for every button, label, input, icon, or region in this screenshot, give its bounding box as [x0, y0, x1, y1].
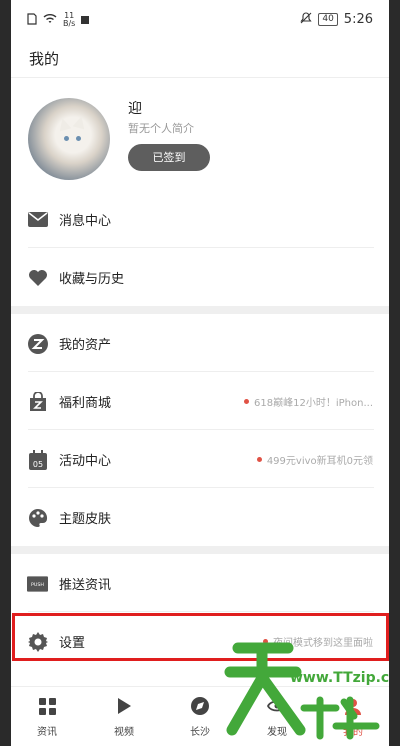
battery-indicator: 40 [318, 13, 338, 26]
section-separator [11, 306, 389, 314]
shopping-bag-icon [27, 391, 48, 412]
watermark-url: www.TTzip.com [290, 670, 389, 686]
menu-item-assets[interactable]: 我的资产 [11, 314, 389, 372]
grid-icon [22, 697, 72, 715]
avatar[interactable] [28, 98, 110, 180]
promo-tip: 618巅峰12小时！iPhon... [244, 394, 373, 409]
profile-card[interactable]: 迎 暂无个人简介 已签到 [11, 88, 389, 190]
phone-screen: 11 B/s 40 5:26 我的 迎 暂无个人简介 已签到 消息中心 收藏与历… [11, 0, 389, 746]
palette-icon [27, 507, 48, 528]
mail-icon [27, 209, 48, 230]
calendar-icon: 05 [27, 449, 48, 470]
menu-label: 设置 [59, 636, 86, 651]
tab-news[interactable]: 资讯 [22, 697, 72, 738]
section-separator [11, 546, 389, 554]
push-icon: PUSH [27, 573, 48, 594]
menu-label: 消息中心 [59, 214, 112, 229]
svg-text:PUSH: PUSH [31, 581, 44, 587]
red-dot-icon [256, 457, 262, 462]
red-dot-icon [244, 399, 250, 404]
user-bio: 暂无个人简介 [128, 122, 194, 135]
menu-label: 推送资讯 [59, 578, 112, 593]
menu-item-push[interactable]: PUSH 推送资讯 [11, 554, 389, 612]
menu-item-events[interactable]: 05 活动中心 499元vivo新耳机0元领 [11, 430, 389, 488]
promo-text: 499元vivo新耳机0元领 [266, 456, 373, 467]
page-title: 我的 [29, 50, 60, 68]
tab-label: 资讯 [37, 727, 57, 738]
site-watermark: www.TTzip.com [218, 630, 389, 740]
menu-item-themes[interactable]: 主题皮肤 [11, 488, 389, 546]
menu-item-favorites[interactable]: 收藏与历史 [11, 248, 389, 306]
menu-label: 活动中心 [59, 454, 112, 469]
clock: 5:26 [343, 12, 373, 27]
play-icon [99, 697, 149, 715]
menu-label: 我的资产 [59, 338, 112, 353]
menu-label: 主题皮肤 [59, 512, 112, 527]
checkin-button[interactable]: 已签到 [128, 144, 210, 171]
heart-icon [27, 267, 48, 288]
gear-icon [27, 631, 48, 652]
svg-text:05: 05 [32, 460, 42, 469]
promo-tip: 499元vivo新耳机0元领 [256, 452, 373, 467]
user-name: 迎 [128, 101, 142, 117]
z-coin-icon [27, 333, 48, 354]
menu-item-messages[interactable]: 消息中心 [11, 190, 389, 248]
wifi-icon [43, 13, 57, 27]
status-bar: 11 B/s 40 5:26 [11, 0, 389, 36]
notification-icon [81, 16, 90, 24]
net-speed: 11 B/s [63, 11, 76, 28]
menu-label: 收藏与历史 [59, 272, 125, 287]
menu-item-mall[interactable]: 福利商城 618巅峰12小时！iPhon... [11, 372, 389, 430]
tab-label: 视频 [114, 727, 134, 738]
sim-icon [27, 12, 37, 28]
header-bar: 我的 [11, 36, 389, 78]
promo-text: 618巅峰12小时！iPhon... [254, 398, 373, 409]
tab-video[interactable]: 视频 [99, 697, 149, 738]
menu-label: 福利商城 [59, 396, 112, 411]
mute-icon [300, 12, 312, 27]
